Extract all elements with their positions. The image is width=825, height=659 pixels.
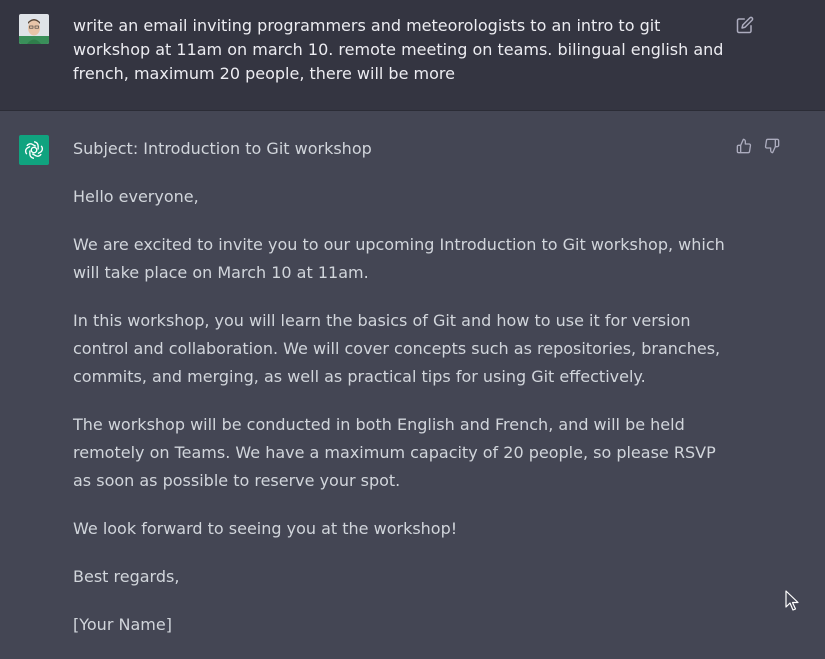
email-greeting: Hello everyone, (73, 187, 199, 206)
user-prompt-text: write an email inviting programmers and … (73, 16, 724, 83)
email-paragraph-intro: We are excited to invite you to our upco… (73, 235, 725, 282)
email-paragraph-logistics: The workshop will be conducted in both E… (73, 415, 716, 490)
thumbs-up-icon[interactable] (736, 138, 756, 158)
assistant-response: Subject: Introduction to Git workshop He… (73, 135, 733, 659)
email-signature: [Your Name] (73, 615, 172, 634)
user-photo-avatar-icon (19, 14, 49, 44)
email-paragraph-content: In this workshop, you will learn the bas… (73, 311, 721, 386)
thumbs-down-icon[interactable] (764, 138, 784, 158)
user-avatar (19, 14, 49, 44)
email-closing-line: We look forward to seeing you at the wor… (73, 519, 458, 538)
email-subject: Subject: Introduction to Git workshop (73, 139, 372, 158)
edit-icon[interactable] (736, 16, 756, 36)
openai-logo-icon (19, 135, 49, 165)
assistant-message-row: Subject: Introduction to Git workshop He… (0, 111, 825, 651)
user-message-row: write an email inviting programmers and … (0, 0, 825, 111)
email-sign-off: Best regards, (73, 567, 180, 586)
mouse-cursor-icon (785, 590, 801, 612)
